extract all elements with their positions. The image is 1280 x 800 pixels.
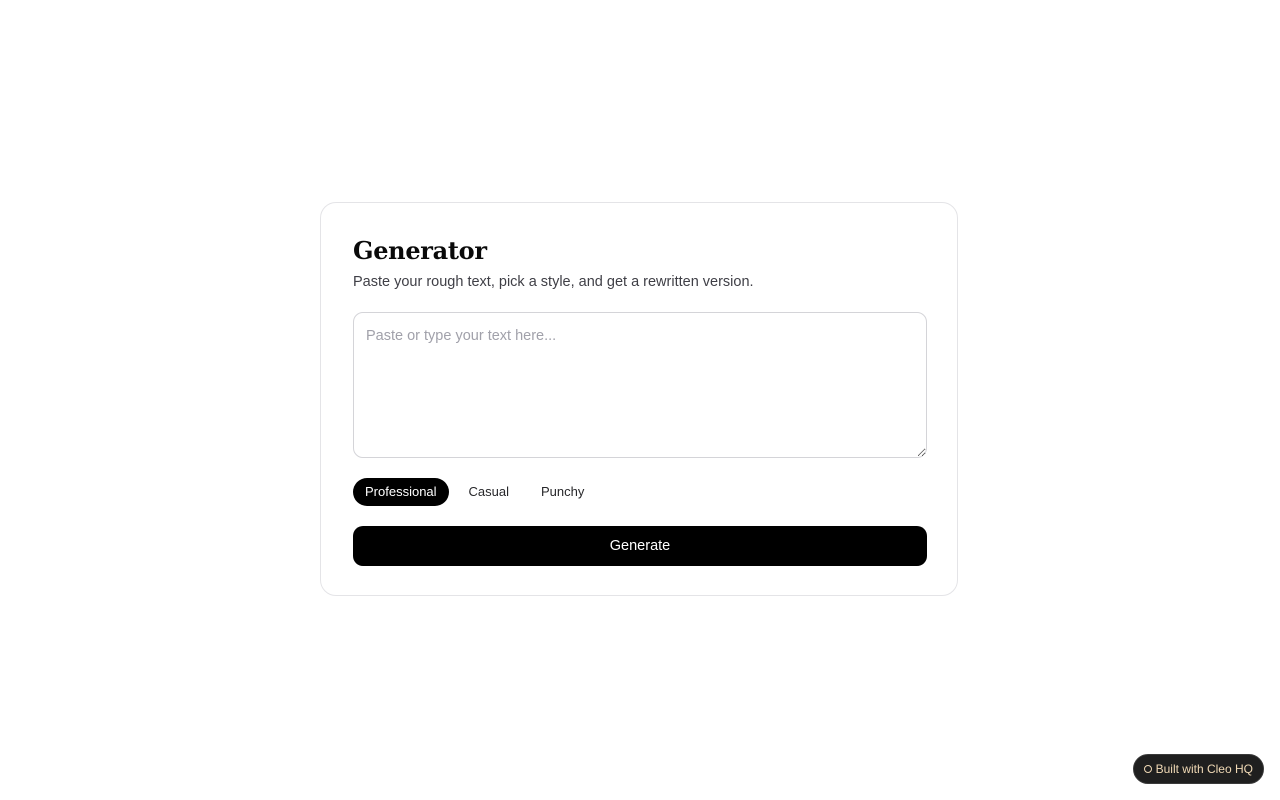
generate-button-label: Generate (609, 538, 671, 554)
generate-button[interactable]: Generate (353, 526, 927, 566)
style-selector: Professional Casual Punchy (353, 478, 925, 506)
page: Generator Paste your rough text, pick a … (0, 0, 1280, 800)
generator-card: Generator Paste your rough text, pick a … (320, 202, 958, 596)
badge-label: Built with Cleo HQ (1155, 762, 1253, 776)
built-with-badge[interactable]: Built with Cleo HQ (1132, 754, 1264, 784)
style-option-punchy[interactable]: Punchy (529, 478, 596, 506)
circle-icon (1143, 765, 1152, 773)
text-input[interactable] (353, 312, 927, 458)
page-subtitle: Paste your rough text, pick a style, and… (353, 274, 754, 290)
page-title: Generator (353, 236, 487, 265)
text-input-wrapper (353, 312, 927, 458)
style-option-professional[interactable]: Professional (353, 478, 449, 506)
style-option-casual[interactable]: Casual (457, 478, 521, 506)
